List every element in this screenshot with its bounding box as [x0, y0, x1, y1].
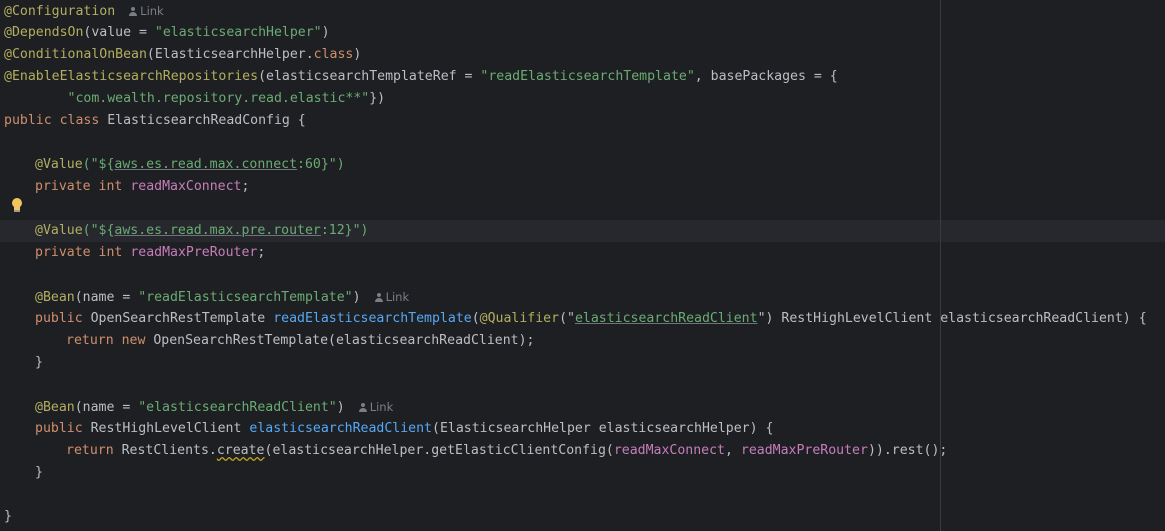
field-name: readMaxConnect: [130, 179, 242, 194]
annotation-configuration: @Configuration: [4, 4, 116, 19]
string-literal: "elasticsearchHelper": [154, 25, 322, 40]
method-name: elasticsearchReadClient: [249, 421, 432, 436]
deprecated-call[interactable]: create: [217, 443, 265, 458]
person-icon: [374, 293, 383, 302]
code-line-11: @Value("${aws.es.read.max.pre.router:12}…: [35, 223, 369, 238]
code-line-9: private int readMaxConnect;: [35, 179, 250, 194]
code-line-1: @Configuration Link: [4, 0, 164, 22]
code-line-6: public class ElasticsearchReadConfig {: [4, 113, 306, 128]
code-line-16: return new OpenSearchRestTemplate(elasti…: [66, 333, 535, 348]
usages-hint[interactable]: Link: [358, 400, 393, 414]
usages-hint[interactable]: Link: [374, 290, 409, 304]
code-line-12: private int readMaxPreRouter;: [35, 245, 266, 260]
person-icon: [129, 7, 138, 16]
code-line-4: @EnableElasticsearchRepositories(elastic…: [4, 69, 838, 84]
code-line-20: public RestHighLevelClient elasticsearch…: [35, 421, 774, 436]
code-line-8: @Value("${aws.es.read.max.connect:60}"): [35, 157, 345, 172]
code-line-22: }: [35, 465, 43, 480]
code-line-5: "com.wealth.repository.read.elastic**"}): [67, 91, 386, 106]
code-line-24: }: [4, 509, 12, 524]
code-line-21: return RestClients.create(elasticsearchH…: [66, 443, 948, 458]
code-line-2: @DependsOn(value = "elasticsearchHelper"…: [4, 25, 330, 40]
class-name: ElasticsearchReadConfig {: [99, 113, 306, 128]
usages-hint[interactable]: Link: [129, 4, 164, 18]
lightbulb-icon[interactable]: [11, 198, 23, 214]
qualifier-value[interactable]: elasticsearchReadClient: [575, 311, 758, 326]
method-name: readElasticsearchTemplate: [273, 311, 472, 326]
annotation-depends-on: @DependsOn: [4, 25, 84, 40]
code-line-17: }: [35, 355, 43, 370]
code-line-15: public OpenSearchRestTemplate readElasti…: [35, 311, 1147, 326]
annotation-conditional: @ConditionalOnBean: [4, 47, 147, 62]
person-icon: [358, 403, 367, 412]
property-key[interactable]: aws.es.read.max.connect: [114, 157, 297, 172]
code-line-14: @Bean(name = "readElasticsearchTemplate"…: [35, 290, 410, 305]
code-line-19: @Bean(name = "elasticsearchReadClient") L…: [35, 400, 394, 415]
field-name: readMaxPreRouter: [130, 245, 258, 260]
code-line-3: @ConditionalOnBean(ElasticsearchHelper.c…: [4, 47, 362, 62]
property-key[interactable]: aws.es.read.max.pre.router: [114, 223, 320, 238]
annotation-enable-repos: @EnableElasticsearchRepositories: [4, 69, 259, 84]
code-editor[interactable]: @Configuration Link @DependsOn(value = "e…: [0, 0, 1165, 531]
